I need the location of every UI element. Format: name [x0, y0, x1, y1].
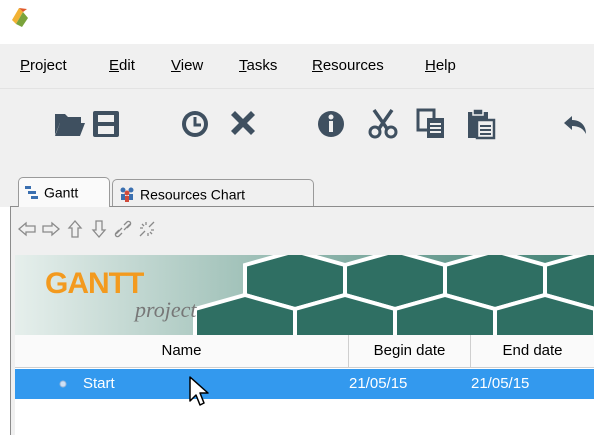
menu-view[interactable]: View: [171, 56, 203, 76]
open-folder-icon: [55, 114, 85, 136]
link-icon[interactable]: [113, 219, 133, 239]
paste-button[interactable]: [464, 106, 498, 140]
task-begin-date[interactable]: 21/05/15: [349, 369, 407, 399]
column-header-name[interactable]: Name: [15, 335, 349, 367]
task-name[interactable]: Start: [83, 369, 115, 399]
save-icon: [93, 111, 119, 137]
arrow-left-icon[interactable]: [17, 219, 37, 239]
info-icon: [318, 111, 344, 137]
menu-resources[interactable]: Resources: [312, 56, 384, 76]
tab-gantt[interactable]: Gantt: [18, 177, 110, 207]
view-tabs: Gantt Resources Chart: [0, 167, 594, 207]
menu-bar: Project Edit View Tasks Resources Help: [0, 44, 594, 89]
task-table: Name Begin date End date Start 21/05/15 …: [15, 335, 594, 436]
arrow-down-icon[interactable]: [89, 219, 109, 239]
arrow-right-icon[interactable]: [41, 219, 61, 239]
gantt-tab-icon: [25, 186, 38, 200]
title-bar: [0, 0, 594, 44]
paste-icon: [468, 108, 496, 140]
tab-resources-chart[interactable]: Resources Chart: [112, 179, 314, 207]
arrow-up-icon[interactable]: [65, 219, 85, 239]
menu-tasks[interactable]: Tasks: [239, 56, 277, 76]
properties-button[interactable]: [314, 106, 348, 140]
mouse-pointer-icon: [189, 376, 209, 406]
cut-scissors-icon: [368, 108, 398, 139]
copy-button[interactable]: [414, 106, 448, 140]
undo-icon: [564, 116, 586, 134]
undo-button[interactable]: [560, 106, 594, 140]
history-clock-icon: [182, 111, 208, 137]
task-bullet-icon: [59, 380, 67, 388]
ganttproject-app-icon: [12, 8, 28, 27]
gantt-panel: GANTT project Name Begin date End date S…: [10, 206, 594, 436]
copy-icon: [416, 108, 444, 138]
open-project-button[interactable]: [52, 106, 86, 140]
unlink-icon[interactable]: [137, 219, 157, 239]
cut-button[interactable]: [366, 106, 400, 140]
delete-button[interactable]: [226, 106, 260, 140]
table-row[interactable]: Start 21/05/15 21/05/15: [15, 369, 594, 399]
logo-project-text: project: [135, 297, 197, 322]
table-header: Name Begin date End date: [15, 335, 594, 368]
ganttproject-banner: GANTT project: [15, 255, 594, 335]
task-end-date[interactable]: 21/05/15: [471, 369, 529, 399]
menu-edit[interactable]: Edit: [109, 56, 135, 76]
delete-x-icon: [231, 111, 255, 135]
logo-gantt-text: GANTT: [45, 267, 144, 300]
main-toolbar: [0, 89, 594, 167]
column-header-end-date[interactable]: End date: [471, 335, 594, 367]
menu-project[interactable]: Project: [20, 56, 67, 76]
menu-help[interactable]: Help: [425, 56, 456, 76]
resources-people-icon: [120, 187, 134, 203]
history-button[interactable]: [178, 106, 212, 140]
column-header-begin-date[interactable]: Begin date: [349, 335, 471, 367]
save-project-button[interactable]: [90, 106, 124, 140]
task-navigation-toolbar: [11, 207, 594, 254]
